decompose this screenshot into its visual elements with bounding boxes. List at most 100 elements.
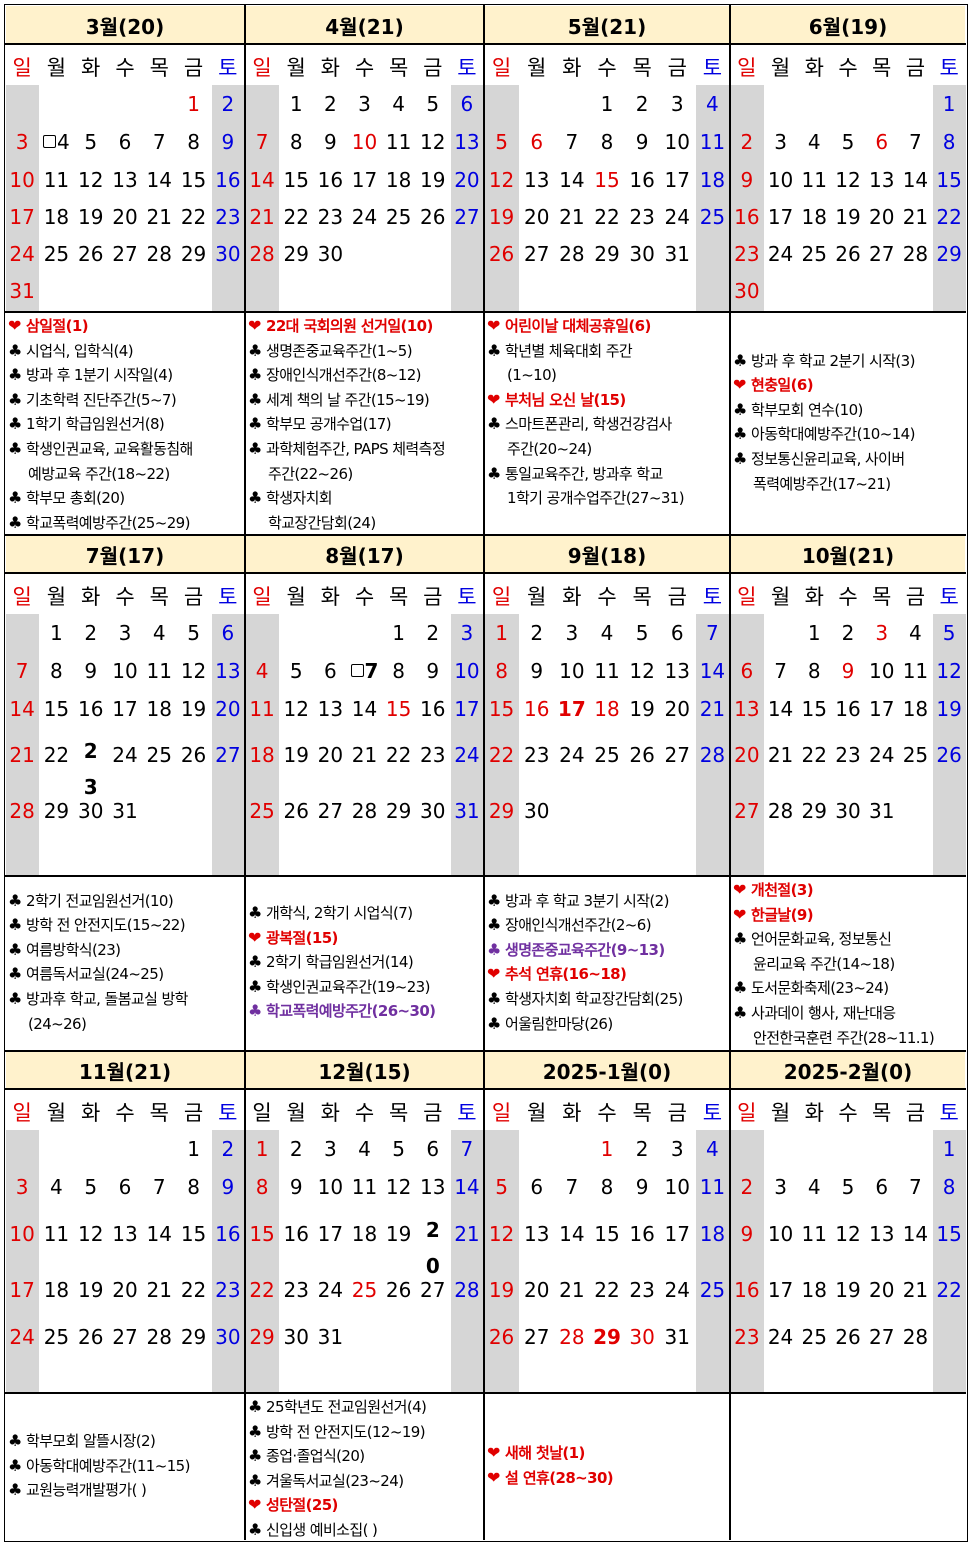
month-6-weekday-4: 목 — [388, 585, 409, 609]
month-5-day-23: 23 — [83, 739, 98, 799]
month-10-events: ♣ 25학년도 전교임원선거(4) ♣ 방학 전 안전지도(12~19) ♣ 종업·졸업식… — [248, 1395, 481, 1543]
club-icon: ♣ — [248, 952, 262, 972]
event-text: 학생인권교육주간(19~23) — [266, 977, 430, 996]
month-9-day-28: 28 — [146, 1325, 172, 1349]
month-7-event-3: ❤ 추석 연휴(16~18) — [487, 962, 727, 987]
events-divider-1 — [5, 875, 966, 877]
month-1-day-19: 19 — [77, 204, 104, 229]
month-10-day-10: 10 — [317, 1175, 344, 1199]
month-3-weekday-2: 화 — [562, 56, 582, 80]
club-icon: ♣ — [8, 915, 22, 935]
month-3-event-6: ♣ 통일교육주간, 방과후 학교 — [487, 462, 727, 487]
club-icon: ♣ — [733, 424, 747, 444]
month-3-day-7: 7 — [565, 130, 579, 154]
month-8-day-18: 18 — [902, 696, 929, 721]
month-6-event-2: ♣ 2학기 학급임원선거(14) — [248, 950, 481, 975]
month-1-day-3: 3 — [15, 130, 29, 154]
month-5-day-27: 27 — [215, 743, 241, 767]
month-2-event-1: ♣ 생명존중교육주간(1~5) — [248, 339, 481, 364]
month-2-day-23: 23 — [317, 204, 344, 229]
month-1-day-2: 2 — [221, 92, 235, 116]
month-6-event-3: ♣ 학생인권교육주간(19~23) — [248, 975, 481, 1000]
month-4-event-4: ♣ 정보통신윤리교육, 사이버 — [733, 447, 963, 472]
month-9-day-27: 27 — [112, 1325, 138, 1349]
month-10-day-26: 26 — [385, 1278, 412, 1302]
month-10-event-2: ♣ 종업·졸업식(20) — [248, 1444, 481, 1469]
month-8-day-26: 26 — [936, 743, 962, 767]
month-9-day-13: 13 — [112, 1222, 138, 1246]
event-text: 방과 후 학교 2분기 시작(3) — [751, 351, 915, 370]
month-3-day-20: 20 — [523, 204, 550, 229]
month-9-day-30: 30 — [215, 1325, 241, 1349]
month-5-event-1: ♣ 방학 전 안전지도(15~22) — [8, 913, 242, 938]
club-icon: ♣ — [248, 1001, 262, 1021]
month-1-day-31: 31 — [9, 278, 35, 303]
month-8-weekday-1: 월 — [770, 585, 791, 609]
month-9-day-19: 19 — [77, 1278, 104, 1302]
month-2-event-3: ♣ 세계 책의 날 주간(15~19) — [248, 388, 481, 413]
month-6-event-4: ♣ 학교폭력예방주간(26~30) — [248, 999, 481, 1024]
month-3-day-29: 29 — [594, 241, 620, 266]
month-8-day-29: 29 — [801, 799, 827, 823]
month-9-day-2: 2 — [221, 1137, 235, 1161]
month-10-event-1: ♣ 방학 전 안전지도(12~19) — [248, 1420, 481, 1445]
month-4-weekday-2: 화 — [804, 56, 824, 80]
month-9-day-5: 5 — [84, 1175, 98, 1199]
event-text: 학부모 공개수업(17) — [266, 415, 392, 434]
month-6-day-6: 6 — [323, 659, 337, 683]
month-1-event-1: ♣ 시업식, 입학식(4) — [8, 339, 242, 364]
club-icon: ♣ — [248, 365, 262, 385]
month-1-events: ❤ 삼일절(1) ♣ 시업식, 입학식(4) ♣ 방과 후 1분기 시작일(4) ♣ 기초학력… — [8, 314, 242, 535]
month-8-weekday-2: 화 — [804, 585, 824, 609]
month-2-event-8: 학교장간담회(24) — [248, 511, 481, 536]
month-5-day-14: 14 — [9, 696, 35, 721]
month-9-events: ♣ 학부모회 알뜰시장(2) ♣ 아동학대예방주간(11~15) ♣ 교원능력개발평가( … — [8, 1429, 242, 1503]
event-text: 정보통신윤리교육, 사이버 — [751, 450, 905, 469]
column-divider-1-2 — [483, 534, 485, 1050]
month-3-weekday-6: 토 — [702, 56, 723, 80]
month-12-weekday-6: 토 — [939, 1101, 959, 1125]
month-8-events: ❤ 개천절(3) ❤ 한글날(9) ♣ 언어문화교육, 정보통신 윤리교육 주간(14~18… — [733, 878, 963, 1050]
month-9-event-2: ♣ 교원능력개발평가( ) — [8, 1478, 242, 1503]
month-3-weekday-3: 수 — [597, 56, 617, 80]
event-text: 생명존중교육주간(1~5) — [266, 341, 413, 360]
month-3-day-22: 22 — [594, 204, 620, 229]
event-text: 도서문화축제(23~24) — [751, 979, 889, 998]
month-1-day-10: 10 — [9, 167, 35, 192]
club-icon: ♣ — [248, 1519, 262, 1539]
month-7-day-24: 24 — [559, 743, 585, 767]
month-1-day-6: 6 — [118, 130, 132, 154]
month-5-day-13: 13 — [215, 659, 241, 683]
month-1-event-5: ♣ 학생인권교육, 교육활동침해 — [8, 437, 242, 462]
month-4-day-24: 24 — [767, 241, 794, 266]
month-12-day-17: 17 — [767, 1278, 794, 1302]
club-icon: ♣ — [8, 1455, 22, 1475]
month-7-day-19: 19 — [629, 696, 655, 721]
month-4-weekday-5: 금 — [905, 56, 926, 80]
month-1-day-28: 28 — [146, 241, 172, 266]
month-12-day-11: 11 — [801, 1222, 827, 1246]
month-3-day-31: 31 — [664, 241, 690, 266]
month-1-weekday-4: 목 — [149, 56, 169, 80]
checkbox-mark-icon — [43, 135, 57, 148]
month-6-day-28: 28 — [351, 799, 378, 823]
event-text: 방학 전 안전지도(15~22) — [26, 916, 186, 935]
month-5-day-17: 17 — [112, 696, 138, 721]
month-3-weekday-1: 월 — [527, 56, 547, 80]
month-8-event-1: ❤ 한글날(9) — [733, 903, 963, 928]
event-text: 25학년도 전교임원선거(4) — [266, 1398, 427, 1416]
event-text: 개학식, 2학기 시업식(7) — [266, 904, 413, 922]
month-7-title: 9월(18) — [485, 535, 729, 573]
club-icon: ♣ — [248, 1470, 262, 1490]
event-text: 삼일절(1) — [26, 317, 89, 335]
month-3-day-26: 26 — [488, 241, 515, 266]
month-1-day-23: 23 — [215, 204, 241, 229]
month-1-day-13: 13 — [112, 167, 138, 192]
month-7-day-25: 25 — [594, 743, 620, 767]
month-11-day-14: 14 — [559, 1222, 585, 1246]
events-divider-2 — [5, 1392, 966, 1394]
event-text: 언어문화교육, 정보통신 — [751, 930, 892, 949]
month-2-event-7: ♣ 학생자치회 — [248, 486, 481, 511]
month-6-day-8: 8 — [392, 659, 405, 683]
month-5-weekday-0: 일 — [12, 585, 32, 609]
